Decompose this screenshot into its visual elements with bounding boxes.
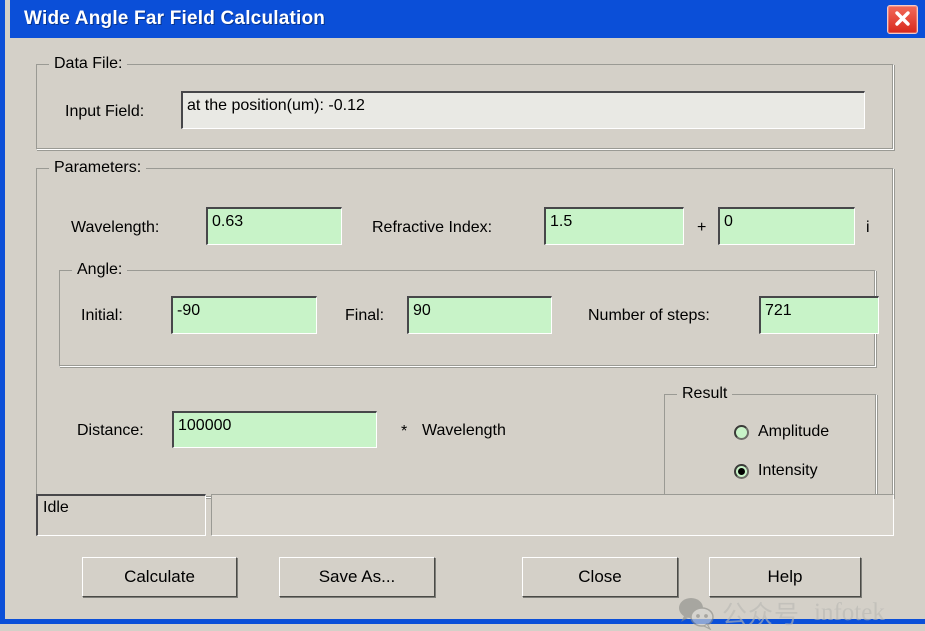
watermark-chinese-text: 公众号 [722,601,801,629]
distance-unit-label: Wavelength [422,422,506,439]
watermark-english-text: infotek [814,599,885,626]
result-option-intensity-label: Intensity [758,462,818,479]
help-button[interactable]: Help [709,557,861,597]
progress-bar [211,494,894,536]
data-file-group-title: Data File: [49,55,128,73]
dialog-window: Wide Angle Far Field Calculation Data Fi… [0,0,925,630]
close-x-icon [895,11,910,26]
wavelength-label: Wavelength: [71,219,160,236]
distance-label: Distance: [77,422,144,439]
refractive-index-imag-input[interactable]: 0 [718,207,855,245]
angle-initial-input[interactable]: -90 [171,296,317,334]
distance-input[interactable]: 100000 [172,411,377,448]
input-field-label: Input Field: [65,103,145,120]
close-button[interactable]: Close [522,557,678,597]
window-title: Wide Angle Far Field Calculation [24,8,326,29]
plus-sign-label: + [697,219,707,236]
result-option-amplitude[interactable]: Amplitude [734,423,829,441]
parameters-group-title: Parameters: [49,159,147,177]
dialog-client-area: Data File: Input Field: at the position(… [10,38,925,630]
title-bar: Wide Angle Far Field Calculation [10,0,925,38]
angle-group-title: Angle: [72,261,128,279]
distance-multiplier-label: * [401,423,408,440]
radio-amplitude-icon [734,424,749,440]
result-option-intensity[interactable]: Intensity [734,462,818,480]
watermark: 公众号 infotek [676,595,885,631]
parameters-group: Parameters: Wavelength: 0.63 Refractive … [36,159,894,505]
radio-intensity-icon [734,463,749,479]
result-group-title: Result [677,385,733,403]
wechat-icon [679,598,714,630]
result-option-amplitude-label: Amplitude [758,423,830,440]
data-file-group: Data File: Input Field: at the position(… [36,55,894,150]
angle-steps-label: Number of steps: [588,307,710,324]
angle-initial-label: Initial: [81,307,123,324]
angle-final-label: Final: [345,307,385,324]
imaginary-unit-label: i [866,219,870,236]
close-window-button[interactable] [887,5,918,34]
angle-final-input[interactable]: 90 [407,296,552,334]
wavelength-input[interactable]: 0.63 [206,207,342,245]
refractive-index-label: Refractive Index: [372,219,493,236]
result-group: Result Amplitude Intensity [664,385,877,505]
input-field-value[interactable]: at the position(um): -0.12 [181,91,865,129]
refractive-index-real-input[interactable]: 1.5 [544,207,684,245]
save-as-button[interactable]: Save As... [279,557,435,597]
angle-steps-input[interactable]: 721 [759,296,879,334]
calculate-button[interactable]: Calculate [82,557,237,597]
angle-group: Angle: Initial: -90 Final: 90 Number of … [59,261,879,367]
status-text: Idle [36,494,206,536]
